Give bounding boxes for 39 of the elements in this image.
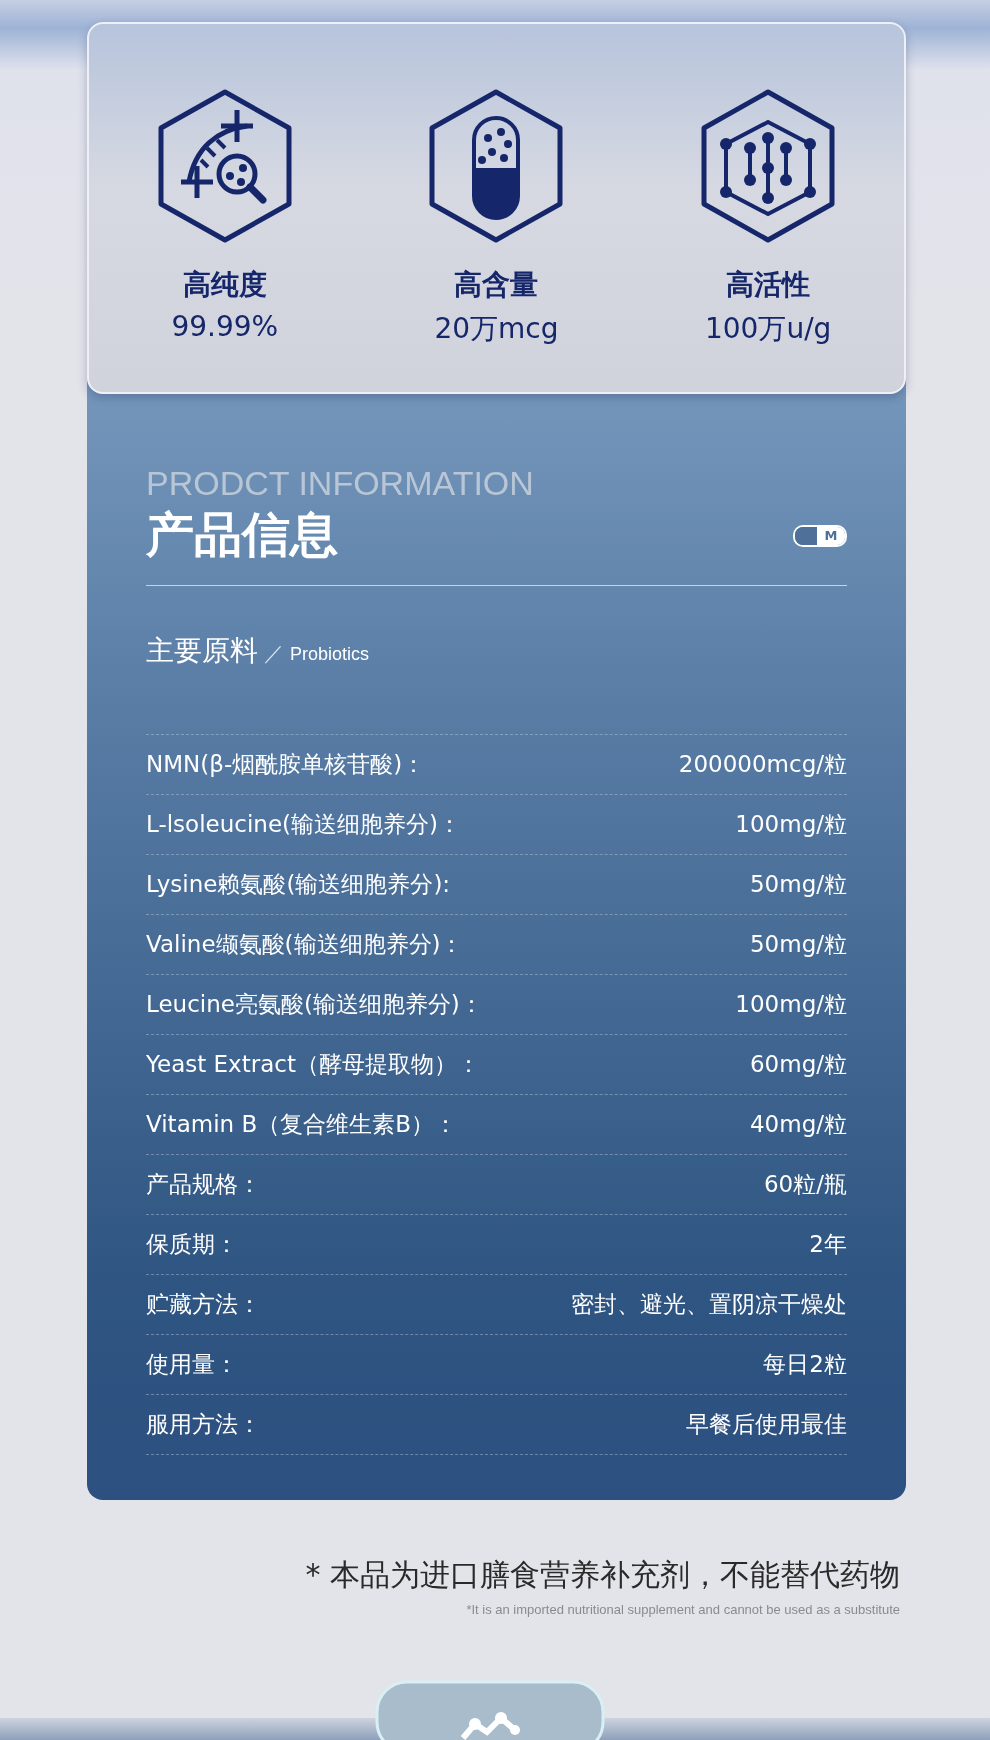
ingredients-subheading: Probiotics (290, 644, 370, 665)
spec-label: 贮藏方法： (146, 1290, 261, 1319)
feature-title: 高纯度 (182, 267, 267, 303)
section-title: 产品信息 (146, 505, 338, 564)
spec-label: Valine缬氨酸(输送细胞养分)： (146, 930, 464, 959)
spec-value: 密封、避光、置阴凉干燥处 (571, 1290, 847, 1319)
spec-label: 保质期： (146, 1230, 238, 1259)
spec-label: 产品规格： (146, 1170, 261, 1199)
spec-value: 60mg/粒 (749, 1050, 847, 1079)
feature-value: 99.99% (171, 310, 279, 343)
spec-value: 100mg/粒 (735, 810, 847, 839)
spec-value: 50mg/粒 (749, 930, 847, 959)
spec-label: Lysine赖氨酸(输送细胞养分): (146, 870, 451, 899)
slash-separator: ／ (264, 640, 284, 667)
feature-title: 高活性 (726, 267, 811, 303)
spec-label: 使用量： (146, 1350, 238, 1379)
spec-value: 早餐后使用最佳 (686, 1410, 847, 1439)
molecule-badge-icon (375, 1680, 605, 1740)
spec-label: Leucine亮氨酸(输送细胞养分)： (146, 990, 483, 1019)
spec-value: 每日2粒 (763, 1350, 847, 1379)
spec-value: 50mg/粒 (749, 870, 847, 899)
feature-title: 高含量 (454, 267, 539, 303)
spec-value: 100mg/粒 (735, 990, 847, 1019)
feature-value: 20万mcg (434, 311, 559, 347)
disclaimer-text: * 本品为进口膳食营养补充剂，不能替代药物 (305, 1556, 900, 1594)
spec-label: Yeast Extract（酵母提取物）： (146, 1050, 480, 1079)
spec-label: Vitamin B（复合维生素B）： (146, 1110, 457, 1139)
disclaimer-translation: *It is an imported nutritional supplement and cannot be used as a substitute (465, 1602, 900, 1617)
spec-value: 2年 (809, 1230, 847, 1259)
ingredients-heading: 主要原料 (146, 633, 258, 669)
spec-value: 40mg/粒 (749, 1110, 847, 1139)
spec-label: L-lsoleucine(输送细胞养分)： (146, 810, 461, 839)
capsule-badge: M (793, 525, 847, 547)
spec-label: NMN(β-烟酰胺单核苷酸)： (146, 750, 426, 779)
spec-label: 服用方法： (146, 1410, 261, 1439)
spec-value: 200000mcg/粒 (678, 750, 847, 779)
feature-value: 100万u/g (704, 311, 832, 347)
section-subtitle: PRODCT INFORMATION (146, 464, 535, 503)
spec-value: 60粒/瓶 (764, 1170, 847, 1199)
